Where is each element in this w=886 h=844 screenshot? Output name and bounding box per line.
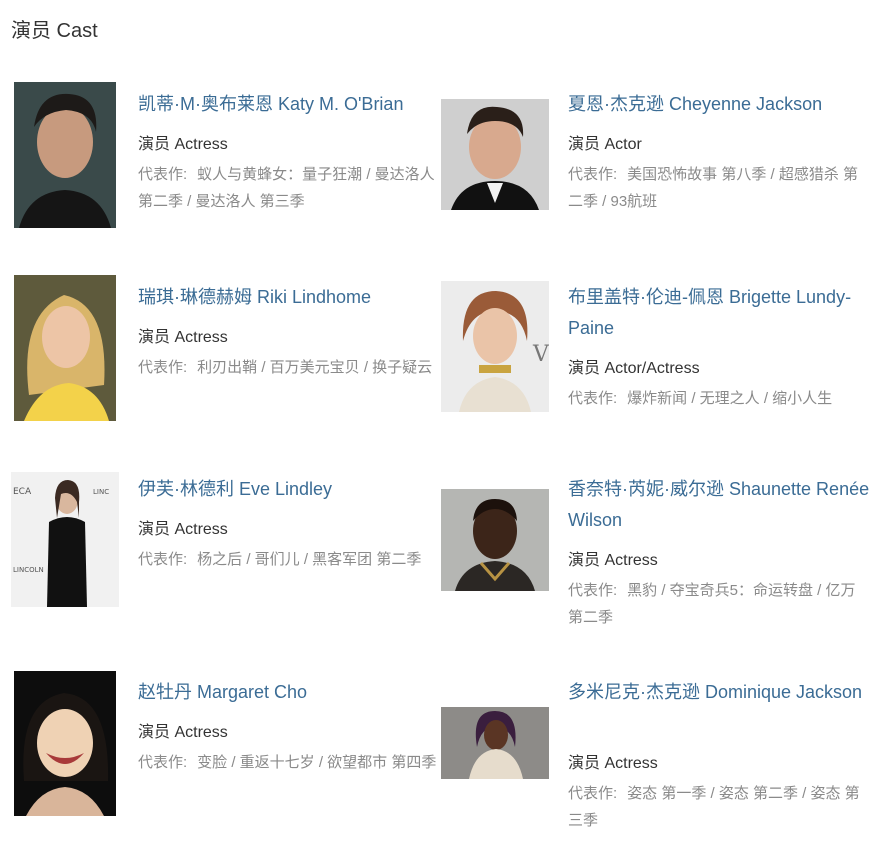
actor-role: 演员 Actor <box>568 136 642 153</box>
works-label: 代表作: <box>138 551 188 568</box>
actor-works: 代表作: 蚁人与黄蜂女：量子狂潮 / 曼达洛人 第二季 / 曼达洛人 第三季 <box>138 161 442 215</box>
actor-role: 演员 Actress <box>138 329 228 346</box>
actor-role: 演员 Actress <box>138 521 228 538</box>
actor-role: 演员 Actor/Actress <box>568 360 700 377</box>
actor-photo[interactable] <box>14 275 116 421</box>
actor-role: 演员 Actress <box>138 724 228 741</box>
actor-works: 代表作: 美国恐怖故事 第八季 / 超感猎杀 第二季 / 93航班 <box>568 161 868 215</box>
svg-text:ECA: ECA <box>13 487 32 497</box>
svg-text:LINCOLN: LINCOLN <box>13 566 44 574</box>
works-list[interactable]: 变脸 / 重返十七岁 / 欲望都市 第四季 <box>197 754 436 771</box>
actor-photo[interactable] <box>441 707 549 779</box>
actor-name-link[interactable]: 瑞琪·琳德赫姆 Riki Lindhome <box>138 282 442 313</box>
works-label: 代表作: <box>138 754 188 771</box>
works-list[interactable]: 利刃出鞘 / 百万美元宝贝 / 换子疑云 <box>197 359 432 376</box>
works-label: 代表作: <box>568 390 618 407</box>
actor-photo[interactable] <box>441 489 549 591</box>
actor-name-link[interactable]: 凯蒂·M·奥布莱恩 Katy M. O'Brian <box>138 89 442 120</box>
actor-photo[interactable] <box>14 671 116 816</box>
actor-works: 代表作: 姿态 第一季 / 姿态 第二季 / 姿态 第三季 <box>568 780 868 834</box>
actor-role: 演员 Actress <box>568 755 658 772</box>
actor-name-link[interactable]: 布里盖特·伦迪-佩恩 Brigette Lundy-Paine <box>568 282 872 344</box>
actor-works: 代表作: 爆炸新闻 / 无理之人 / 缩小人生 <box>568 385 868 412</box>
actor-works: 代表作: 变脸 / 重返十七岁 / 欲望都市 第四季 <box>138 749 442 776</box>
svg-text:V: V <box>532 342 549 367</box>
works-label: 代表作: <box>568 166 618 183</box>
works-label: 代表作: <box>138 166 188 183</box>
actor-name-link[interactable]: 多米尼克·杰克逊 Dominique Jackson <box>568 677 872 708</box>
actor-works: 代表作: 利刃出鞘 / 百万美元宝贝 / 换子疑云 <box>138 354 442 381</box>
actor-photo[interactable] <box>441 99 549 210</box>
svg-text:LINC: LINC <box>93 488 109 496</box>
section-title: 演员 Cast <box>11 20 98 42</box>
actor-photo[interactable] <box>14 82 116 228</box>
actor-works: 代表作: 杨之后 / 哥们儿 / 黑客军团 第二季 <box>138 546 442 573</box>
works-label: 代表作: <box>138 359 188 376</box>
actor-role: 演员 Actress <box>138 136 228 153</box>
actor-name-link[interactable]: 夏恩·杰克逊 Cheyenne Jackson <box>568 89 872 120</box>
actor-name-link[interactable]: 赵牡丹 Margaret Cho <box>138 677 442 708</box>
actor-name-link[interactable]: 香奈特·芮妮·威尔逊 Shaunette Renée Wilson <box>568 474 872 536</box>
actor-photo[interactable]: V <box>441 281 549 412</box>
actor-photo[interactable]: ECA LINCOLN LINC <box>11 472 119 607</box>
works-label: 代表作: <box>568 582 618 599</box>
actor-works: 代表作: 黑豹 / 夺宝奇兵5：命运转盘 / 亿万 第二季 <box>568 577 868 631</box>
works-list[interactable]: 杨之后 / 哥们儿 / 黑客军团 第二季 <box>197 551 421 568</box>
works-label: 代表作: <box>568 785 618 802</box>
actor-role: 演员 Actress <box>568 552 658 569</box>
actor-name-link[interactable]: 伊芙·林德利 Eve Lindley <box>138 474 442 505</box>
works-list[interactable]: 爆炸新闻 / 无理之人 / 缩小人生 <box>627 390 832 407</box>
